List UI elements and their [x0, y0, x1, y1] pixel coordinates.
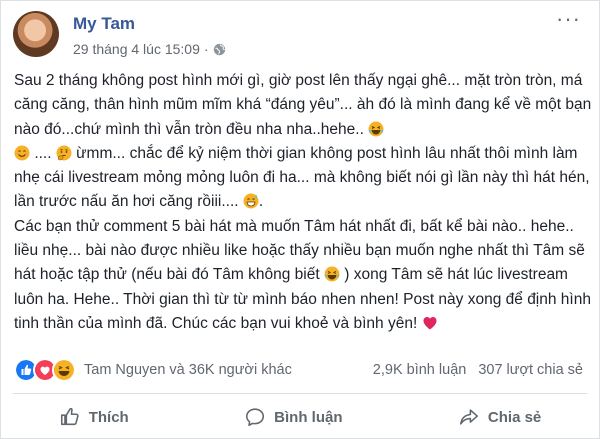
author-name[interactable]: My Tam: [73, 14, 135, 34]
divider: [13, 393, 587, 394]
share-arrow-icon: [459, 409, 478, 425]
share-button[interactable]: Chia sẻ: [458, 406, 541, 428]
comment-button[interactable]: Bình luận: [244, 406, 342, 428]
smile-emoji-icon: [14, 145, 30, 161]
thumbs-up-icon: [60, 407, 79, 426]
post-timestamp[interactable]: 29 tháng 4 lúc 15:09: [73, 41, 200, 57]
paragraph-1: Sau 2 tháng không post hình mới gì, giờ …: [14, 69, 594, 215]
paragraph-2: Các bạn thử comment 5 bài hát mà muốn Tâ…: [14, 215, 594, 336]
more-options-icon[interactable]: ···: [556, 8, 581, 30]
post-content: Sau 2 tháng không post hình mới gì, giờ …: [14, 69, 594, 336]
haha-reaction-icon: [52, 358, 76, 382]
reactions-text[interactable]: Tam Nguyen và 36K người khác: [84, 362, 292, 378]
comment-count[interactable]: 2,9K bình luận: [373, 362, 467, 378]
like-button[interactable]: Thích: [59, 406, 129, 428]
meta-separator: ·: [203, 41, 209, 57]
share-count[interactable]: 307 lượt chia sẻ: [478, 362, 583, 378]
avatar[interactable]: [13, 11, 59, 57]
paragraph-1-part-b: ....: [34, 144, 52, 162]
reactions-summary[interactable]: Tam Nguyen và 36K người khác: [14, 358, 292, 382]
facebook-post: My Tam 29 tháng 4 lúc 15:09 · ··· Sau 2 …: [0, 0, 600, 439]
paragraph-1-part-c: ừmm... chắc để kỷ niệm thời gian không p…: [14, 144, 590, 211]
grinning-sweat-emoji-icon: [243, 193, 259, 209]
reaction-icons: [14, 358, 76, 382]
share-label: Chia sẻ: [487, 408, 542, 426]
post-stats: 2,9K bình luận 307 lượt chia sẻ: [373, 362, 583, 378]
action-bar: Thích Bình luận Chia sẻ: [1, 397, 599, 437]
paragraph-1-part-d: .: [258, 193, 264, 211]
post-meta: 29 tháng 4 lúc 15:09 ·: [73, 41, 226, 57]
like-label: Thích: [88, 408, 129, 426]
laughing-tears-emoji-icon: [324, 266, 340, 282]
globe-icon[interactable]: [213, 43, 226, 56]
paragraph-1-part-a: Sau 2 tháng không post hình mới gì, giờ …: [14, 72, 592, 138]
thinking-emoji-icon: [56, 145, 72, 161]
red-heart-icon: [423, 316, 437, 330]
comment-icon: [246, 408, 265, 427]
comment-label: Bình luận: [274, 408, 343, 426]
laughing-tears-emoji-icon: [368, 121, 384, 137]
